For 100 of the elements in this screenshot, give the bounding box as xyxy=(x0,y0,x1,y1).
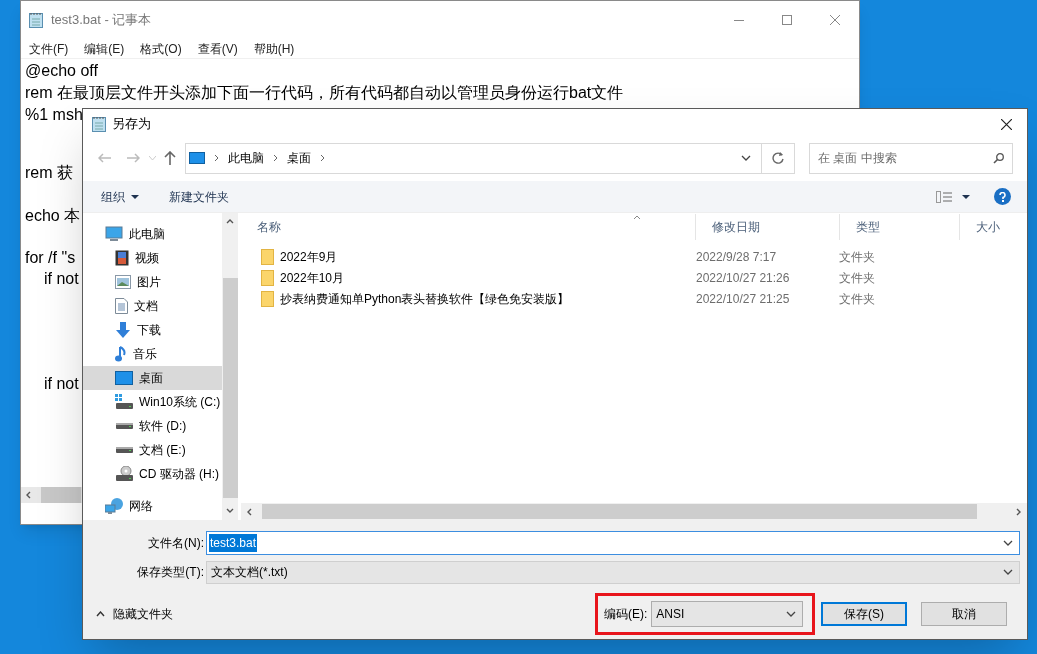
nav-item[interactable]: Win10系统 (C:) xyxy=(83,390,222,414)
address-bar[interactable]: 此电脑 桌面 xyxy=(185,142,795,174)
folder-icon xyxy=(261,290,274,307)
scroll-down-icon[interactable] xyxy=(226,508,234,513)
chevron-right-icon xyxy=(214,154,219,162)
table-cell-text: 文件夹 xyxy=(839,248,876,266)
drive-icon xyxy=(115,446,133,454)
back-arrow-icon xyxy=(98,153,112,163)
close-icon xyxy=(1000,118,1012,130)
menu-item[interactable]: 格式(O) xyxy=(138,39,184,58)
breadcrumb[interactable]: 此电脑 xyxy=(228,149,264,167)
network-icon xyxy=(105,498,123,514)
menu-item[interactable]: 查看(V) xyxy=(195,39,240,58)
monitor-icon xyxy=(189,152,205,164)
field-label: 文件名(N): xyxy=(147,535,205,552)
code-line: %1 msh xyxy=(25,105,83,125)
code-line: echo 本 xyxy=(25,206,81,226)
nav-item[interactable]: 网络 xyxy=(83,494,222,518)
maximize-icon xyxy=(782,15,792,25)
caret-icon xyxy=(131,194,139,199)
nav-label: CD 驱动器 (H:) xyxy=(139,466,219,483)
file-name[interactable]: 2022年9月 xyxy=(280,247,338,266)
view-options-button[interactable] xyxy=(936,190,970,203)
hide-folders-button[interactable]: 隐藏文件夹 xyxy=(96,605,173,623)
code-line: if not xyxy=(44,374,79,394)
table-cell-text: 2022/10/27 21:25 xyxy=(695,290,791,308)
file-name-value: test3.bat xyxy=(209,534,258,552)
nav-item[interactable]: 图片 xyxy=(83,270,222,294)
file-name[interactable]: 抄表纳费通知单Python表头替换软件【绿色免安装版】 xyxy=(280,289,570,308)
breadcrumb[interactable]: 桌面 xyxy=(287,149,311,167)
code-line: if not xyxy=(44,269,79,289)
field-label: 保存类型(T): xyxy=(136,564,205,581)
chevron-down-icon xyxy=(741,155,751,161)
column-header[interactable]: 大小 xyxy=(959,214,1009,240)
nav-label: 网络 xyxy=(129,498,153,515)
nav-item[interactable]: 音乐 xyxy=(83,342,222,366)
organize-button[interactable]: 组织 xyxy=(101,187,139,206)
drive-icon xyxy=(115,394,133,410)
file-name[interactable]: 2022年10月 xyxy=(280,268,345,287)
help-icon xyxy=(999,191,1006,202)
menu-item[interactable]: 帮助(H) xyxy=(251,39,297,58)
scroll-up-icon[interactable] xyxy=(226,219,234,224)
dialog-title: 另存为 xyxy=(112,115,151,134)
scroll-left-icon[interactable] xyxy=(247,507,252,516)
new-folder-button[interactable]: 新建文件夹 xyxy=(169,187,229,206)
chevron-down-icon xyxy=(148,156,156,160)
document-icon xyxy=(115,298,128,314)
chevron-down-icon xyxy=(1003,540,1013,546)
code-line: for /f "s xyxy=(25,248,76,268)
film-icon xyxy=(115,250,129,266)
scrollbar-thumb[interactable] xyxy=(41,487,81,503)
chevron-up-icon xyxy=(96,611,105,617)
nav-item[interactable]: 桌面 xyxy=(83,366,222,390)
menu-item[interactable]: 编辑(E) xyxy=(82,39,127,58)
nav-label: 文档 xyxy=(134,298,158,315)
column-header[interactable]: 类型 xyxy=(839,214,959,240)
refresh-icon xyxy=(772,152,784,164)
encoding-dropdown[interactable]: ANSI xyxy=(651,601,804,627)
code-line: rem 获 xyxy=(25,163,73,183)
search-input[interactable]: 在 桌面 中搜索 xyxy=(818,149,993,167)
nav-label: 视频 xyxy=(135,250,159,267)
computer-icon xyxy=(105,226,123,242)
nav-label: 此电脑 xyxy=(129,226,165,243)
notepad-icon xyxy=(92,116,106,132)
nav-item[interactable]: 下载 xyxy=(83,318,222,342)
nav-label: 下载 xyxy=(137,322,161,339)
nav-item[interactable]: 软件 (D:) xyxy=(83,414,222,438)
nav-label: 软件 (D:) xyxy=(139,418,187,435)
field-label: 编码(E): xyxy=(604,606,648,623)
dialog-button[interactable]: 保存(S) xyxy=(821,602,907,626)
nav-item[interactable]: 文档 (E:) xyxy=(83,438,222,462)
monitor-icon xyxy=(115,371,133,385)
chevron-right-icon xyxy=(320,154,325,162)
scrollbar-thumb[interactable] xyxy=(222,278,238,498)
up-arrow-icon xyxy=(164,151,176,165)
code-line: @echo off xyxy=(25,61,98,81)
table-cell-text: 2022/9/28 7:17 xyxy=(695,248,778,266)
dialog-button[interactable]: 取消 xyxy=(921,602,1007,626)
scrollbar-thumb[interactable] xyxy=(262,504,977,519)
search-field[interactable]: 在 桌面 中搜索 xyxy=(809,142,1013,174)
nav-label: Win10系统 (C:) xyxy=(139,394,221,411)
sort-up-icon xyxy=(633,215,641,220)
help-button[interactable] xyxy=(994,188,1011,205)
column-header[interactable]: 修改日期 xyxy=(695,214,839,240)
search-icon xyxy=(993,152,1004,164)
file-name-field[interactable]: test3.bat xyxy=(206,531,1020,555)
table-cell-text: 文件夹 xyxy=(839,290,876,308)
nav-label: 桌面 xyxy=(139,370,163,387)
scroll-left-icon[interactable] xyxy=(26,491,31,499)
nav-item[interactable]: CD 驱动器 (H:) xyxy=(83,462,222,486)
notepad-icon xyxy=(29,12,43,28)
nav-item[interactable]: 此电脑 xyxy=(83,222,222,246)
nav-label: 文档 (E:) xyxy=(139,442,186,459)
nav-item[interactable]: 文档 xyxy=(83,294,222,318)
menu-item[interactable]: 文件(F) xyxy=(27,39,71,58)
column-header[interactable]: 名称 xyxy=(241,214,695,240)
nav-item[interactable]: 视频 xyxy=(83,246,222,270)
file-type-dropdown[interactable]: 文本文档(*.txt) xyxy=(206,560,1020,584)
scroll-right-icon[interactable] xyxy=(1016,507,1021,516)
table-cell-text: 文件夹 xyxy=(839,269,876,287)
